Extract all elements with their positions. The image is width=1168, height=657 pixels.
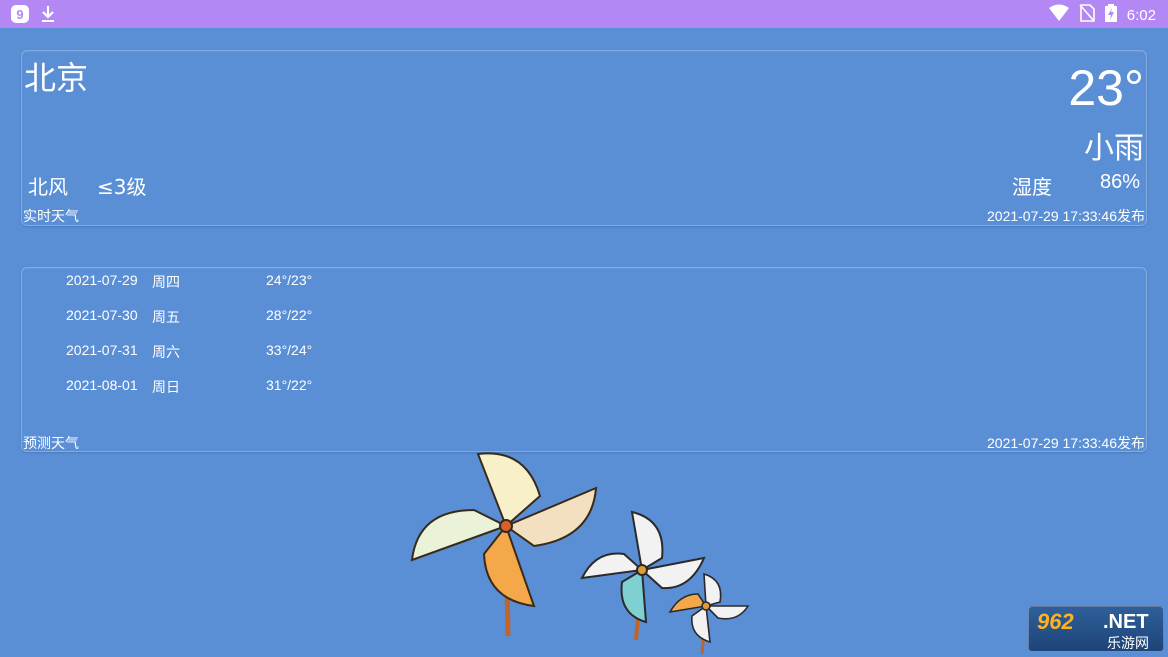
status-bar: 9 6:02 <box>0 0 1168 28</box>
wind-level: ≤3级 <box>97 175 147 199</box>
watermark-subtitle: 乐游网 <box>1107 636 1149 652</box>
forecast-weekday: 周日 <box>152 380 180 396</box>
realtime-published-time: 2021-07-29 17:33:46发布 <box>987 208 1145 224</box>
forecast-date: 2021-07-29 <box>66 272 138 288</box>
wifi-icon <box>1048 4 1069 26</box>
weather-condition: 小雨 <box>1084 131 1144 166</box>
wind-direction: 北风 <box>28 175 68 199</box>
pinwheel-illustration <box>400 450 760 657</box>
svg-text:9: 9 <box>16 7 23 22</box>
forecast-weather-card: 2021-07-29 周四 24°/23° 2021-07-30 周五 28°/… <box>21 267 1147 452</box>
forecast-row: 2021-07-31 周六 33°/24° <box>66 342 466 362</box>
realtime-label: 实时天气 <box>23 209 79 225</box>
forecast-row: 2021-08-01 周日 31°/22° <box>66 377 466 397</box>
forecast-label: 预测天气 <box>23 436 79 452</box>
site-watermark: 962 .NET 乐游网 <box>1028 606 1164 652</box>
watermark-domain: .NET <box>1103 611 1149 633</box>
forecast-temp: 31°/22° <box>266 377 313 393</box>
pinwheel-medium <box>580 510 706 641</box>
humidity-label: 湿度 <box>1012 175 1052 199</box>
forecast-row: 2021-07-29 周四 24°/23° <box>66 272 466 292</box>
forecast-row: 2021-07-30 周五 28°/22° <box>66 307 466 327</box>
no-sim-icon <box>1079 4 1095 26</box>
forecast-date: 2021-07-30 <box>66 307 138 323</box>
watermark-brand: 962 <box>1037 609 1074 634</box>
forecast-published-time: 2021-07-29 17:33:46发布 <box>987 435 1145 451</box>
forecast-date: 2021-08-01 <box>66 377 138 393</box>
forecast-weekday: 周六 <box>152 345 180 361</box>
status-time: 6:02 <box>1126 6 1156 24</box>
forecast-temp: 33°/24° <box>266 342 313 358</box>
forecast-date: 2021-07-31 <box>66 342 138 358</box>
forecast-temp: 28°/22° <box>266 307 313 323</box>
realtime-weather-card: 北京 23° 小雨 北风 ≤3级 湿度 86% 实时天气 2021-07-29 … <box>21 50 1147 226</box>
download-icon <box>40 4 56 28</box>
current-temperature: 23° <box>1068 60 1144 116</box>
battery-charging-icon <box>1104 4 1117 26</box>
app-badge-icon: 9 <box>10 4 30 28</box>
forecast-weekday: 周四 <box>152 275 180 291</box>
forecast-weekday: 周五 <box>152 310 180 326</box>
pinwheel-small <box>668 572 750 655</box>
city-name: 北京 <box>24 59 89 97</box>
forecast-temp: 24°/23° <box>266 272 313 288</box>
pinwheel-large <box>410 452 598 637</box>
humidity-value: 86% <box>1099 171 1140 193</box>
